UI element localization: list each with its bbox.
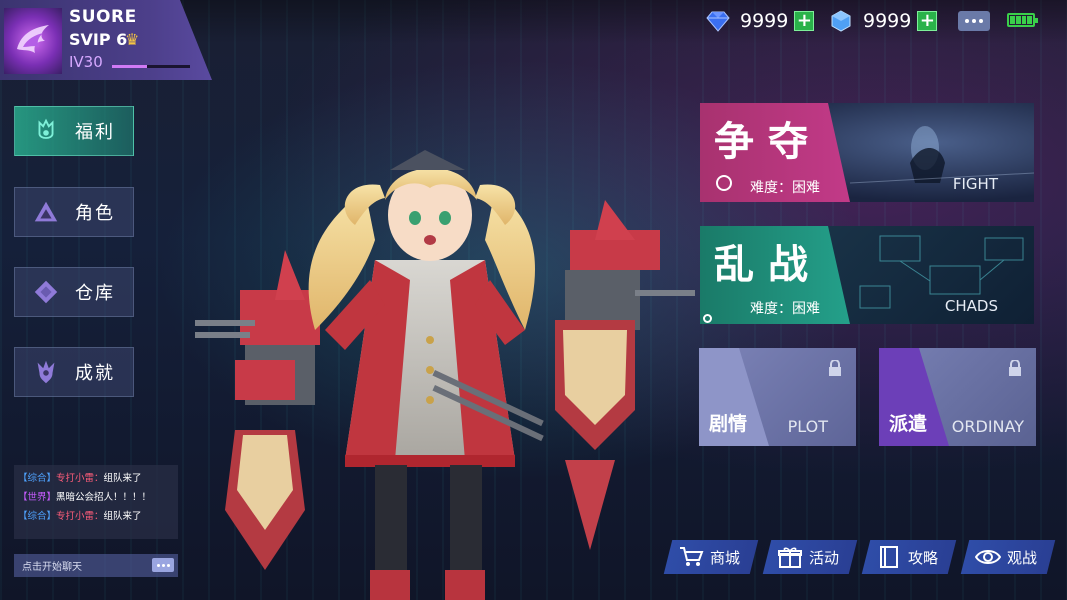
chat-message: 【综合】专打小雷：组队来了 [18,507,174,526]
nav-label: 成就 [75,363,115,384]
character-illustration [195,150,695,600]
chat-channel: 【综合】 [18,511,57,522]
chat-text: 组队来了 [103,473,142,484]
mode-title: 派遣 [889,413,928,435]
chat-message: 【世界】黑暗公会招人！！！！ [18,488,174,507]
button-label: 商城 [710,548,741,567]
add-diamond-button[interactable]: + [794,11,815,31]
nav-label: 角色 [75,203,115,224]
chat-user: 专打小雷： [56,511,104,522]
shop-button[interactable]: 商城 [663,540,759,574]
gift-box-icon [778,547,802,568]
chat-input[interactable]: 点击开始聊天 [14,554,178,577]
chat-message: 【综合】专打小雷：组队来了 [18,469,174,488]
trophy-flame-icon [31,357,61,387]
chat-text: 黑暗公会招人！！！！ [56,492,152,503]
eye-icon [975,550,1001,564]
guide-button[interactable]: 攻略 [861,540,957,574]
xp-bar-fill [112,65,148,68]
currency-diamond: 9999 + [706,8,815,34]
player-profile[interactable]: SUORE SVIP 6 ♛ IV30 [0,0,212,80]
lock-icon [829,360,841,376]
guide-book-icon [880,546,898,568]
chat-input-placeholder: 点击开始聊天 [22,562,82,573]
nav-label: 福利 [75,122,115,143]
nav-character[interactable]: 角色 [14,187,134,237]
triangle-character-icon [31,197,61,227]
chat-text: 组队来了 [103,511,142,522]
add-crystal-button[interactable]: + [917,11,938,31]
mode-difficulty: 难度：困难 [750,180,820,196]
diamond-count: 9999 [740,10,789,32]
activity-button[interactable]: 活动 [762,540,858,574]
target-dot-icon [703,314,712,323]
mode-title: 乱战 [714,242,822,288]
right-turret-rigging [555,200,695,550]
nav-storage[interactable]: 仓库 [14,267,134,317]
mode-chaos-card[interactable]: 乱战 难度：困难 CHADS [700,226,1034,324]
currency-crystal: 9999 + [829,8,938,34]
diamond-storage-icon [31,277,61,307]
battery-icon [1007,13,1038,27]
crystal-count: 9999 [863,10,912,32]
mode-title: 争夺 [714,119,822,165]
mode-en-label: FIGHT [952,175,998,193]
nav-achievement[interactable]: 成就 [14,347,134,397]
button-label: 攻略 [908,548,939,567]
chat-channel: 【世界】 [18,492,57,503]
flame-emblem-icon [17,25,49,53]
button-label: 观战 [1007,548,1038,567]
message-icon[interactable] [958,11,990,31]
chat-user: 专打小雷： [56,473,104,484]
player-level: IV30 [69,53,103,71]
nav-welfare[interactable]: 福利 [14,106,134,156]
xp-bar [112,65,190,68]
button-label: 活动 [809,548,840,567]
mode-dispatch-card[interactable]: 派遣 ORDINAY [879,348,1036,446]
player-name: SUORE [69,7,137,27]
nav-label: 仓库 [75,283,115,304]
gift-flame-icon [31,116,61,146]
chat-send-icon[interactable] [152,558,174,572]
blue-diamond-icon [706,11,730,32]
mode-plot-card[interactable]: 剧情 PLOT [699,348,856,446]
spectate-button[interactable]: 观战 [960,540,1056,574]
chat-channel: 【综合】 [18,473,57,484]
left-turret-rigging [195,250,320,570]
cart-icon [680,547,704,566]
chat-panel[interactable]: 【综合】专打小雷：组队来了 【世界】黑暗公会招人！！！！ 【综合】专打小雷：组队… [14,465,178,539]
mode-title: 剧情 [709,413,748,435]
mode-en-label: ORDINAY [951,417,1024,436]
mode-en-label: CHADS [944,297,998,315]
crown-icon: ♛ [125,30,140,49]
lock-icon [1009,360,1021,376]
avatar[interactable] [4,8,62,74]
mode-en-label: PLOT [787,417,828,436]
mode-difficulty: 难度：困难 [750,301,820,317]
vip-level: SVIP 6 [69,30,128,49]
mode-fight-card[interactable]: 争夺 难度：困难 FIGHT [700,103,1034,202]
target-dot-icon [716,175,732,191]
crystal-icon [831,10,851,32]
